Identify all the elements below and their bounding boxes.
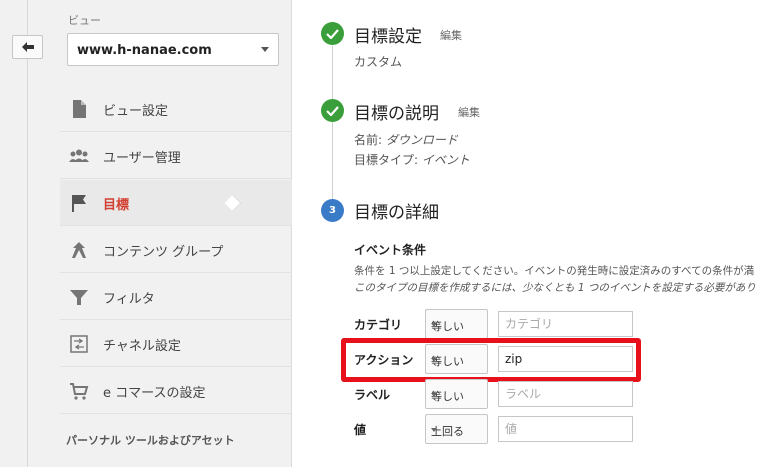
back-arrow-icon — [21, 42, 34, 52]
label-input[interactable] — [498, 381, 633, 407]
step-title: 目標設定 — [354, 27, 422, 47]
value-input[interactable] — [498, 416, 633, 442]
flag-icon — [72, 195, 86, 212]
view-select[interactable]: www.h-nanae.com — [67, 33, 279, 66]
content-group-icon — [72, 242, 86, 258]
summary-value: イベント — [421, 153, 470, 167]
step-summary: カスタム — [354, 55, 403, 69]
view-select-value: www.h-nanae.com — [77, 43, 212, 58]
chevron-down-icon — [431, 393, 437, 397]
sidebar-item-label: 目標 — [103, 198, 130, 213]
sidebar-item-filters[interactable]: フィルタ — [60, 274, 292, 320]
sidebar-item-label: コンテンツ グループ — [103, 245, 224, 260]
sidebar: ビュー www.h-nanae.com ビュー設定 ユーザー管理 目標 コンテン… — [60, 0, 292, 467]
section-heading: パーソナル ツールおよびアセット — [66, 434, 235, 447]
edit-link[interactable]: 編集 — [440, 27, 462, 43]
view-label: ビュー — [68, 14, 101, 27]
step-complete-check-icon — [321, 22, 344, 45]
sidebar-item-label: ユーザー管理 — [103, 151, 181, 166]
chevron-down-icon — [431, 323, 437, 327]
step-summary-name: 名前: ダウンロード — [354, 131, 458, 148]
label-label: ラベル — [354, 388, 391, 402]
step-summary-type: 目標タイプ: イベント — [354, 151, 470, 168]
event-conditions-desc: 条件を 1 つ以上設定してください。イベントの発生時に設定済みのすべての条件が満 — [354, 265, 755, 277]
document-icon — [73, 100, 86, 118]
step-number-badge: 3 — [321, 199, 344, 222]
back-button[interactable] — [12, 35, 43, 59]
category-label: カテゴリ — [354, 318, 403, 332]
summary-prefix: 名前: — [354, 133, 386, 147]
step-complete-check-icon — [321, 99, 344, 122]
edit-link[interactable]: 編集 — [458, 104, 480, 120]
event-conditions-title: イベント条件 — [354, 243, 427, 257]
sidebar-item-ecommerce-settings[interactable]: e コマースの設定 — [60, 368, 292, 414]
highlight-box — [341, 338, 641, 382]
label-operator-select[interactable]: 等しい — [425, 379, 488, 409]
value-operator-select[interactable]: 上回る — [425, 414, 488, 444]
sidebar-item-channel-settings[interactable]: チャネル設定 — [60, 321, 292, 367]
sidebar-item-view-settings[interactable]: ビュー設定 — [60, 86, 292, 132]
sidebar-item-content-grouping[interactable]: コンテンツ グループ — [60, 227, 292, 273]
summary-prefix: 目標タイプ: — [354, 153, 422, 167]
category-operator-select[interactable]: 等しい — [425, 309, 488, 339]
sidebar-item-user-management[interactable]: ユーザー管理 — [60, 133, 292, 179]
value-label: 値 — [354, 423, 367, 437]
chevron-down-icon — [261, 47, 269, 52]
left-rail — [0, 0, 60, 467]
rail-divider — [27, 0, 28, 467]
filter-icon — [70, 290, 88, 305]
channel-icon — [70, 335, 88, 353]
sidebar-item-label: ビュー設定 — [103, 104, 169, 119]
step-title: 目標の詳細 — [354, 203, 439, 223]
event-conditions-note: このタイプの目標を作成するには、少なくとも 1 つのイベントを設定する必要があり — [354, 282, 756, 294]
cart-icon — [70, 383, 89, 400]
users-icon — [69, 149, 89, 162]
step-title: 目標の説明 — [354, 104, 439, 124]
sidebar-item-goals[interactable]: 目標 — [60, 180, 292, 226]
chevron-down-icon — [431, 428, 437, 432]
main-content: 目標設定 編集 カスタム 目標の説明 編集 名前: ダウンロード 目標タイプ: … — [293, 0, 774, 467]
sidebar-item-label: フィルタ — [103, 292, 155, 307]
summary-value: ダウンロード — [385, 133, 458, 147]
goal-setup-screen: ビュー www.h-nanae.com ビュー設定 ユーザー管理 目標 コンテン… — [0, 0, 774, 467]
sidebar-item-label: チャネル設定 — [103, 339, 181, 354]
step-connector — [332, 46, 333, 204]
category-input[interactable] — [498, 311, 633, 337]
sidebar-item-label: e コマースの設定 — [103, 386, 206, 401]
